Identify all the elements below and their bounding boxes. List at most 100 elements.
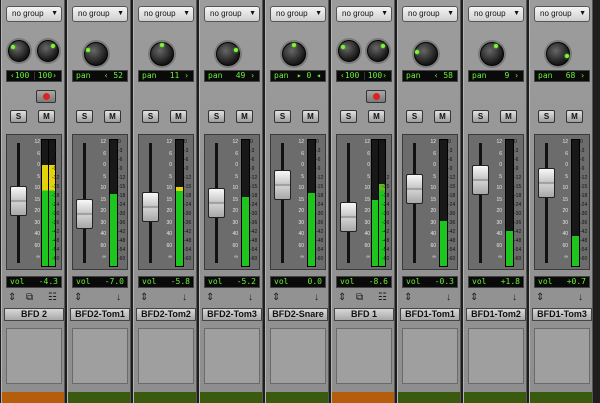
pan-knob[interactable] [84, 42, 108, 66]
comments-box[interactable] [468, 328, 524, 384]
volume-fader[interactable]: 12 6 0 5 10 15 20 30 40 60 ∞ 0 -3 -6 -9 -12 -15 -18 -24 -3… [204, 134, 260, 270]
input-arrow-icon[interactable]: ↓ [116, 292, 121, 304]
volume-display[interactable]: vol -7.0 [72, 276, 128, 288]
pan-knob[interactable] [216, 42, 240, 66]
volume-display[interactable]: vol -0.3 [402, 276, 458, 288]
mute-button[interactable]: M [38, 110, 55, 123]
track-link-icon[interactable]: ⧉ [356, 292, 363, 304]
comments-box[interactable] [204, 328, 260, 384]
solo-button[interactable]: S [406, 110, 423, 123]
automation-icon[interactable]: ⇕ [206, 292, 214, 304]
pan-knob[interactable] [480, 42, 504, 66]
input-arrow-icon[interactable]: ↓ [314, 292, 319, 304]
pan-left-knob[interactable] [8, 40, 30, 62]
solo-button[interactable]: S [538, 110, 555, 123]
comments-box[interactable] [534, 328, 590, 384]
pan-display[interactable]: pan ‹ 58 [402, 70, 458, 82]
automation-icon[interactable]: ⇕ [404, 292, 412, 304]
solo-button[interactable]: S [76, 110, 93, 123]
instrument-icon[interactable]: ☷ [48, 292, 57, 304]
pan-display[interactable]: pan 68 › [534, 70, 590, 82]
solo-button[interactable]: S [340, 110, 357, 123]
pan-knob[interactable] [282, 42, 306, 66]
track-name[interactable]: BFD1-Tom2 [466, 308, 526, 321]
pan-display[interactable]: ‹100 100› [6, 70, 62, 82]
automation-icon[interactable]: ⇕ [338, 292, 346, 304]
pan-display[interactable]: pan ▸ 0 ◂ [270, 70, 326, 82]
record-enable-button[interactable] [36, 90, 56, 103]
volume-fader[interactable]: 12 6 0 5 10 15 20 30 40 60 ∞ 0 -3 -6 -9 -12 -15 -18 -24 -3… [534, 134, 590, 270]
comments-box[interactable] [270, 328, 326, 384]
comments-box[interactable] [72, 328, 128, 384]
mute-button[interactable]: M [566, 110, 583, 123]
solo-button[interactable]: S [10, 110, 27, 123]
automation-icon[interactable]: ⇕ [8, 292, 16, 304]
fader-handle[interactable] [538, 168, 555, 199]
volume-display[interactable]: vol -5.2 [204, 276, 260, 288]
pan-knob[interactable] [546, 42, 570, 66]
automation-icon[interactable]: ⇕ [470, 292, 478, 304]
volume-fader[interactable]: 12 6 0 5 10 15 20 30 40 60 ∞ 0 -3 -6 -9 -12 -15 -18 -24 -3… [270, 134, 326, 270]
track-name[interactable]: BFD2-Tom1 [70, 308, 130, 321]
solo-button[interactable]: S [208, 110, 225, 123]
input-arrow-icon[interactable]: ↓ [248, 292, 253, 304]
pan-display[interactable]: pan ‹ 52 [72, 70, 128, 82]
volume-fader[interactable]: 12 6 0 5 10 15 20 30 40 60 ∞ 0 -3 -6 -9 -12 -15 -18 -24 -3… [468, 134, 524, 270]
fader-handle[interactable] [340, 202, 357, 233]
input-arrow-icon[interactable]: ↓ [182, 292, 187, 304]
pan-right-knob[interactable] [37, 40, 59, 62]
comments-box[interactable] [402, 328, 458, 384]
mute-button[interactable]: M [434, 110, 451, 123]
volume-display[interactable]: vol +0.7 [534, 276, 590, 288]
input-arrow-icon[interactable]: ↓ [446, 292, 451, 304]
track-name[interactable]: BFD2-Tom2 [136, 308, 196, 321]
mute-button[interactable]: M [368, 110, 385, 123]
mute-button[interactable]: M [236, 110, 253, 123]
volume-fader[interactable]: 12 6 0 5 10 15 20 30 40 60 ∞ 0 -3 -6 -9 -12 -15 -18 -24 -3… [6, 134, 62, 270]
pan-knob[interactable] [150, 42, 174, 66]
pan-display[interactable]: ‹100 100› [336, 70, 392, 82]
fader-handle[interactable] [274, 170, 291, 200]
solo-button[interactable]: S [472, 110, 489, 123]
volume-fader[interactable]: 12 6 0 5 10 15 20 30 40 60 ∞ 0 -3 -6 -9 -12 -15 -18 -24 -3… [336, 134, 392, 270]
fader-handle[interactable] [208, 188, 225, 218]
comments-box[interactable] [138, 328, 194, 384]
record-enable-button[interactable] [366, 90, 386, 103]
instrument-icon[interactable]: ☷ [378, 292, 387, 304]
group-selector[interactable]: no group ▼ [468, 6, 524, 22]
track-name[interactable]: BFD1-Tom3 [532, 308, 592, 321]
comments-box[interactable] [6, 328, 62, 384]
group-selector[interactable]: no group ▼ [6, 6, 62, 22]
automation-icon[interactable]: ⇕ [74, 292, 82, 304]
track-name[interactable]: BFD1-Tom1 [400, 308, 460, 321]
track-link-icon[interactable]: ⧉ [26, 292, 33, 304]
pan-right-knob[interactable] [367, 40, 389, 62]
volume-display[interactable]: vol -8.6 [336, 276, 392, 288]
solo-button[interactable]: S [142, 110, 159, 123]
pan-knob[interactable] [414, 42, 438, 66]
pan-left-knob[interactable] [338, 40, 360, 62]
group-selector[interactable]: no group ▼ [72, 6, 128, 22]
mute-button[interactable]: M [500, 110, 517, 123]
volume-display[interactable]: vol -4.3 [6, 276, 62, 288]
group-selector[interactable]: no group ▼ [534, 6, 590, 22]
automation-icon[interactable]: ⇕ [140, 292, 148, 304]
volume-fader[interactable]: 12 6 0 5 10 15 20 30 40 60 ∞ 0 -3 -6 -9 -12 -15 -18 -24 -3… [138, 134, 194, 270]
fader-handle[interactable] [142, 191, 159, 222]
track-name[interactable]: BFD2-Tom3 [202, 308, 262, 321]
volume-display[interactable]: vol -5.8 [138, 276, 194, 288]
track-name[interactable]: BFD2-Snare [268, 308, 328, 321]
input-arrow-icon[interactable]: ↓ [512, 292, 517, 304]
fader-handle[interactable] [10, 186, 27, 217]
fader-handle[interactable] [472, 164, 489, 195]
fader-handle[interactable] [406, 173, 423, 204]
pan-display[interactable]: pan 11 › [138, 70, 194, 82]
solo-button[interactable]: S [274, 110, 291, 123]
volume-display[interactable]: vol +1.8 [468, 276, 524, 288]
fader-handle[interactable] [76, 198, 93, 229]
track-name[interactable]: BFD 2 [4, 308, 64, 321]
group-selector[interactable]: no group ▼ [138, 6, 194, 22]
automation-icon[interactable]: ⇕ [272, 292, 280, 304]
group-selector[interactable]: no group ▼ [336, 6, 392, 22]
mute-button[interactable]: M [170, 110, 187, 123]
